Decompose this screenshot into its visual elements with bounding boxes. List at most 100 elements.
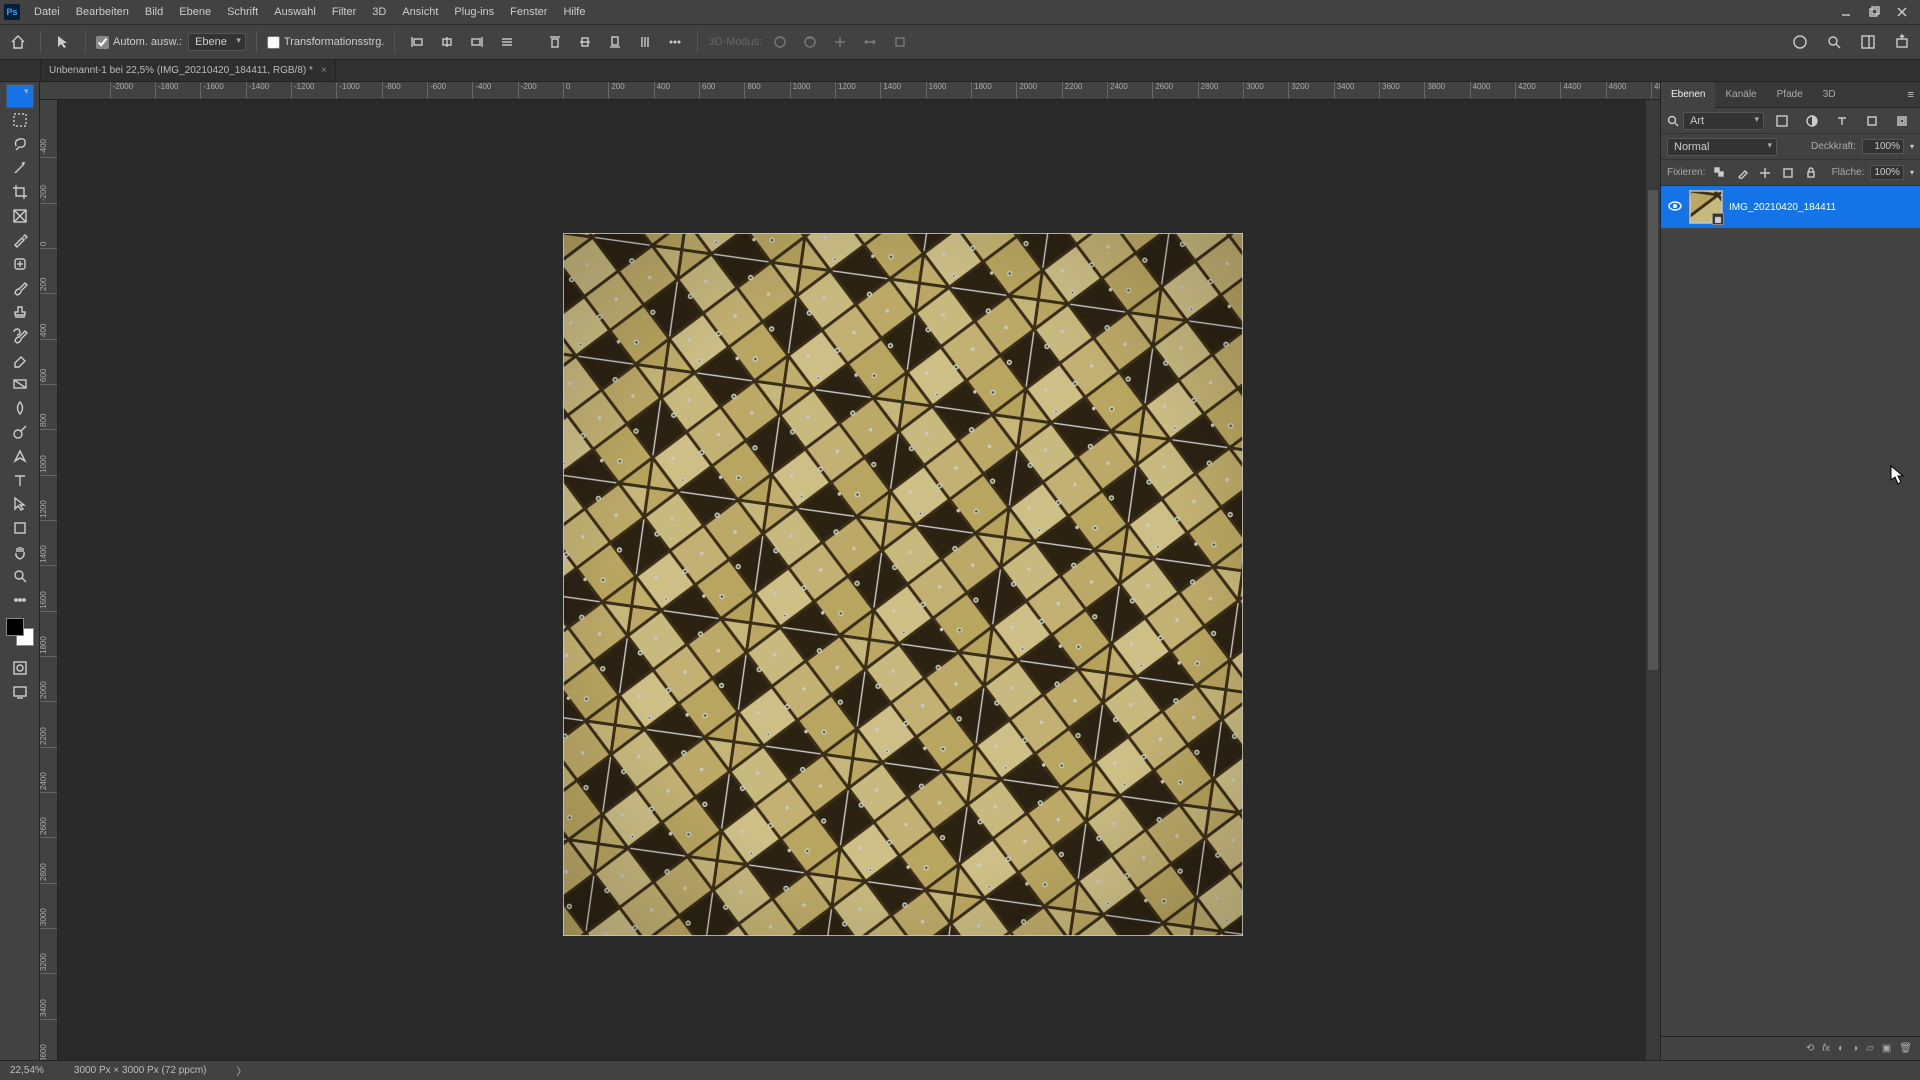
menu-layer[interactable]: Ebene xyxy=(171,0,219,24)
adjustment-layer-button[interactable]: ◑ xyxy=(1852,1043,1858,1054)
vertical-scrollbar-thumb[interactable] xyxy=(1648,190,1658,670)
3d-orbit-button[interactable] xyxy=(768,30,792,54)
move-tool[interactable] xyxy=(6,84,34,108)
align-hcenter-button[interactable] xyxy=(435,30,459,54)
stamp-tool[interactable] xyxy=(6,300,34,324)
layer-name[interactable]: IMG_20210420_184411 xyxy=(1729,202,1836,213)
3d-slide-button[interactable] xyxy=(858,30,882,54)
layer-thumbnail[interactable]: ▦ xyxy=(1689,190,1723,224)
vertical-ruler[interactable]: -400-20002004006008001000120014001600180… xyxy=(40,100,58,1060)
type-tool[interactable] xyxy=(6,468,34,492)
menu-filter[interactable]: Filter xyxy=(324,0,364,24)
search-button[interactable] xyxy=(1822,30,1846,54)
lock-all-icon[interactable] xyxy=(1803,161,1820,185)
menu-image[interactable]: Bild xyxy=(137,0,171,24)
panel-tab-layers[interactable]: Ebenen xyxy=(1661,82,1715,108)
filter-adjust-icon[interactable] xyxy=(1800,109,1824,133)
status-arrow[interactable]: 〉 xyxy=(237,1063,247,1078)
3d-roll-button[interactable] xyxy=(798,30,822,54)
wand-tool[interactable] xyxy=(6,156,34,180)
shape-tool[interactable] xyxy=(6,516,34,540)
new-layer-button[interactable]: ▣ xyxy=(1882,1043,1891,1054)
lock-transparency-icon[interactable] xyxy=(1711,161,1728,185)
foreground-color-swatch[interactable] xyxy=(6,618,24,636)
marquee-tool[interactable] xyxy=(6,108,34,132)
status-info[interactable]: 3000 Px × 3000 Px (72 ppcm) xyxy=(74,1065,207,1076)
distribute-h-button[interactable] xyxy=(495,30,519,54)
align-vcenter-button[interactable] xyxy=(573,30,597,54)
auto-select-checkbox[interactable]: Autom. ausw.: xyxy=(96,36,182,49)
viewport[interactable] xyxy=(58,100,1660,1060)
dodge-tool[interactable] xyxy=(6,420,34,444)
panel-tab-channels[interactable]: Kanäle xyxy=(1715,82,1766,108)
history-brush-tool[interactable] xyxy=(6,324,34,348)
home-button[interactable] xyxy=(6,30,30,54)
menu-type[interactable]: Schrift xyxy=(219,0,266,24)
menu-help[interactable]: Hilfe xyxy=(555,0,593,24)
menu-select[interactable]: Auswahl xyxy=(266,0,324,24)
layer-fx-button[interactable]: fx xyxy=(1822,1043,1830,1054)
vertical-scrollbar[interactable] xyxy=(1646,100,1660,1060)
color-swatches[interactable] xyxy=(6,618,34,646)
share-button[interactable] xyxy=(1890,30,1914,54)
cloud-docs-button[interactable] xyxy=(1788,30,1812,54)
menu-plugins[interactable]: Plug-ins xyxy=(446,0,502,24)
panel-tab-3d[interactable]: 3D xyxy=(1813,82,1846,108)
document-tab-close[interactable]: × xyxy=(321,65,327,76)
frame-tool[interactable] xyxy=(6,204,34,228)
opacity-input[interactable]: 100% xyxy=(1862,139,1904,154)
hand-tool[interactable] xyxy=(6,540,34,564)
3d-scale-button[interactable] xyxy=(888,30,912,54)
lock-artboard-icon[interactable] xyxy=(1780,161,1797,185)
gradient-tool[interactable] xyxy=(6,372,34,396)
delete-layer-button[interactable]: 🗑 xyxy=(1899,1043,1912,1054)
layer-visibility-toggle[interactable] xyxy=(1667,199,1683,216)
crop-tool[interactable] xyxy=(6,180,34,204)
lock-position-icon[interactable] xyxy=(1757,161,1774,185)
lock-paint-icon[interactable] xyxy=(1734,161,1751,185)
eyedropper-tool[interactable] xyxy=(6,228,34,252)
quickmask-button[interactable] xyxy=(6,656,34,680)
filter-pixel-icon[interactable] xyxy=(1770,109,1794,133)
filter-shape-icon[interactable] xyxy=(1860,109,1884,133)
lasso-tool[interactable] xyxy=(6,132,34,156)
fill-input[interactable]: 100% xyxy=(1870,165,1904,180)
current-tool-icon[interactable] xyxy=(51,30,75,54)
align-top-button[interactable] xyxy=(543,30,567,54)
panel-menu-icon[interactable]: ≡ xyxy=(1902,89,1920,101)
link-layers-button[interactable]: ⟲ xyxy=(1806,1043,1814,1054)
blur-tool[interactable] xyxy=(6,396,34,420)
layer-row[interactable]: ▦ IMG_20210420_184411 xyxy=(1661,186,1920,228)
auto-select-target-dropdown[interactable]: Ebene xyxy=(188,33,246,51)
menu-file[interactable]: Datei xyxy=(26,0,68,24)
menu-3d[interactable]: 3D xyxy=(364,0,394,24)
panel-tab-paths[interactable]: Pfade xyxy=(1767,82,1813,108)
new-group-button[interactable]: ▱ xyxy=(1866,1043,1874,1054)
window-minimize-button[interactable] xyxy=(1832,2,1860,22)
zoom-tool[interactable] xyxy=(6,564,34,588)
menu-window[interactable]: Fenster xyxy=(502,0,555,24)
filter-type-icon[interactable] xyxy=(1830,109,1854,133)
window-restore-button[interactable] xyxy=(1860,2,1888,22)
heal-tool[interactable] xyxy=(6,252,34,276)
pen-tool[interactable] xyxy=(6,444,34,468)
window-close-button[interactable] xyxy=(1888,2,1916,22)
brush-tool[interactable] xyxy=(6,276,34,300)
filter-smart-icon[interactable] xyxy=(1890,109,1914,133)
add-mask-button[interactable]: ◐ xyxy=(1838,1043,1844,1054)
horizontal-ruler[interactable]: -2000-1800-1600-1400-1200-1000-800-600-4… xyxy=(40,82,1660,100)
screenmode-button[interactable] xyxy=(6,680,34,704)
status-zoom[interactable]: 22,54% xyxy=(10,1065,44,1076)
workspace-button[interactable] xyxy=(1856,30,1880,54)
align-left-button[interactable] xyxy=(405,30,429,54)
3d-pan-button[interactable] xyxy=(828,30,852,54)
align-right-button[interactable] xyxy=(465,30,489,54)
menu-view[interactable]: Ansicht xyxy=(394,0,446,24)
menu-edit[interactable]: Bearbeiten xyxy=(68,0,137,24)
layer-filter-dropdown[interactable]: Art xyxy=(1683,112,1764,130)
align-bottom-button[interactable] xyxy=(603,30,627,54)
transform-controls-checkbox[interactable]: Transformationsstrg. xyxy=(267,36,384,49)
path-select-tool[interactable] xyxy=(6,492,34,516)
blend-mode-dropdown[interactable]: Normal xyxy=(1667,138,1777,156)
more-tools[interactable] xyxy=(6,588,34,612)
